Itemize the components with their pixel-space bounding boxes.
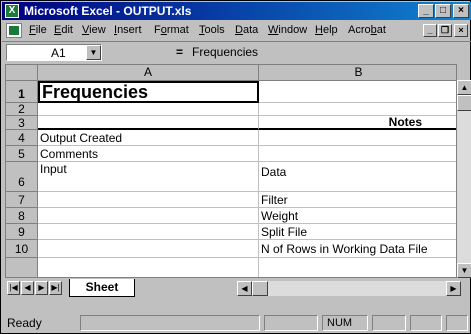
row-header-9[interactable]: 9: [6, 224, 38, 240]
close-button[interactable]: ×: [453, 4, 469, 18]
chevron-down-icon[interactable]: ▼: [86, 45, 101, 60]
scroll-up-icon[interactable]: ▲: [457, 80, 471, 95]
sheet-tab-sheet[interactable]: Sheet: [69, 279, 135, 297]
scroll-left-icon[interactable]: ◀: [237, 281, 252, 296]
title-bar[interactable]: X Microsoft Excel - OUTPUT.xls _ □ ×: [2, 2, 471, 20]
cell-a3[interactable]: [38, 116, 259, 130]
row-header-5[interactable]: 5: [6, 146, 38, 162]
cell-b8[interactable]: Weight: [259, 208, 456, 224]
status-ready: Ready: [7, 316, 42, 330]
row-header-3[interactable]: 3: [6, 116, 38, 130]
select-all-corner[interactable]: [6, 65, 38, 81]
cell-a6[interactable]: Input: [38, 162, 259, 192]
column-header-b[interactable]: B: [259, 65, 456, 81]
cell-b6[interactable]: Data: [259, 162, 456, 192]
excel-window: X Microsoft Excel - OUTPUT.xls _ □ × Fil…: [0, 0, 471, 334]
menu-view[interactable]: View: [82, 24, 106, 36]
formula-content[interactable]: Frequencies: [192, 45, 258, 59]
menu-format[interactable]: Format: [154, 24, 189, 36]
row-header-11[interactable]: [6, 258, 38, 277]
workbook-close-button[interactable]: ×: [454, 24, 468, 37]
row-header-6[interactable]: 6: [6, 162, 38, 192]
excel-app-icon[interactable]: X: [5, 4, 19, 18]
window-title: Microsoft Excel - OUTPUT.xls: [24, 4, 192, 18]
cell-a11[interactable]: [38, 258, 259, 277]
cell-b9[interactable]: Split File: [259, 224, 456, 240]
cell-b1[interactable]: [259, 81, 456, 103]
status-panel-1: [80, 315, 260, 331]
maximize-button[interactable]: □: [435, 4, 451, 18]
cell-b10[interactable]: N of Rows in Working Data File: [259, 240, 456, 258]
cell-b11[interactable]: [259, 258, 456, 277]
menu-file[interactable]: File: [29, 24, 47, 36]
row-header-8[interactable]: 8: [6, 208, 38, 224]
scroll-right-icon[interactable]: ▶: [446, 281, 461, 296]
column-header-a[interactable]: A: [38, 65, 259, 81]
workbook-minimize-button[interactable]: _: [423, 24, 437, 37]
cell-a9[interactable]: [38, 224, 259, 240]
row-header-4[interactable]: 4: [6, 130, 38, 146]
horizontal-scrollbar[interactable]: ◀ ▶: [237, 281, 461, 296]
cell-a8[interactable]: [38, 208, 259, 224]
menu-acrobat[interactable]: Acrobat: [348, 24, 386, 36]
status-panel-2: [264, 315, 318, 331]
vertical-scroll-thumb[interactable]: [457, 95, 471, 111]
name-box-value: A1: [51, 46, 66, 60]
prev-sheet-icon[interactable]: ◀: [21, 281, 34, 295]
workbook-icon[interactable]: [6, 23, 22, 38]
cell-a10[interactable]: [38, 240, 259, 258]
vertical-scrollbar[interactable]: ▲ ▼: [457, 80, 471, 278]
minimize-button[interactable]: _: [418, 4, 434, 18]
horizontal-scroll-thumb[interactable]: [252, 281, 268, 296]
menu-help[interactable]: Help: [315, 24, 338, 36]
status-bar: Ready NUM: [2, 313, 471, 333]
cell-a1[interactable]: Frequencies: [38, 81, 259, 103]
workbook-restore-button[interactable]: ❐: [438, 24, 452, 37]
cell-a7[interactable]: [38, 192, 259, 208]
status-panel-4: [372, 315, 406, 331]
menu-data[interactable]: Data: [235, 24, 258, 36]
last-sheet-icon[interactable]: ▶|: [49, 281, 62, 295]
cell-b5[interactable]: [259, 146, 456, 162]
menu-insert[interactable]: Insert: [114, 24, 142, 36]
menu-tools[interactable]: Tools: [199, 24, 225, 36]
row-header-1[interactable]: 1: [6, 81, 38, 103]
first-sheet-icon[interactable]: |◀: [7, 281, 20, 295]
formula-equals-sign[interactable]: =: [176, 45, 183, 59]
worksheet-grid: A B 1 2 3 4 5 6 7 8 9 10 Frequencies Not…: [5, 64, 457, 278]
row-header-2[interactable]: 2: [6, 103, 38, 116]
cell-b2[interactable]: [259, 103, 456, 116]
cell-b4[interactable]: [259, 130, 456, 146]
menu-edit[interactable]: Edit: [54, 24, 73, 36]
menu-window[interactable]: Window: [268, 24, 307, 36]
cell-b7[interactable]: Filter: [259, 192, 456, 208]
status-panel-5: [410, 315, 442, 331]
num-lock-indicator: NUM: [322, 315, 368, 331]
cell-a5[interactable]: Comments: [38, 146, 259, 162]
cell-a2[interactable]: [38, 103, 259, 116]
status-panel-6: [446, 315, 468, 331]
sheet-tab-bar: |◀ ◀ ▶ ▶| Sheet ◀ ▶: [5, 279, 471, 298]
next-sheet-icon[interactable]: ▶: [35, 281, 48, 295]
formula-bar: A1 ▼ = Frequencies: [2, 41, 471, 63]
menu-bar: File Edit View Insert Format Tools Data …: [2, 21, 471, 40]
cell-a4[interactable]: Output Created: [38, 130, 259, 146]
scroll-down-icon[interactable]: ▼: [457, 263, 471, 278]
row-header-10[interactable]: 10: [6, 240, 38, 258]
cell-b3[interactable]: Notes: [259, 116, 456, 130]
row-header-7[interactable]: 7: [6, 192, 38, 208]
name-box[interactable]: A1 ▼: [6, 44, 102, 61]
